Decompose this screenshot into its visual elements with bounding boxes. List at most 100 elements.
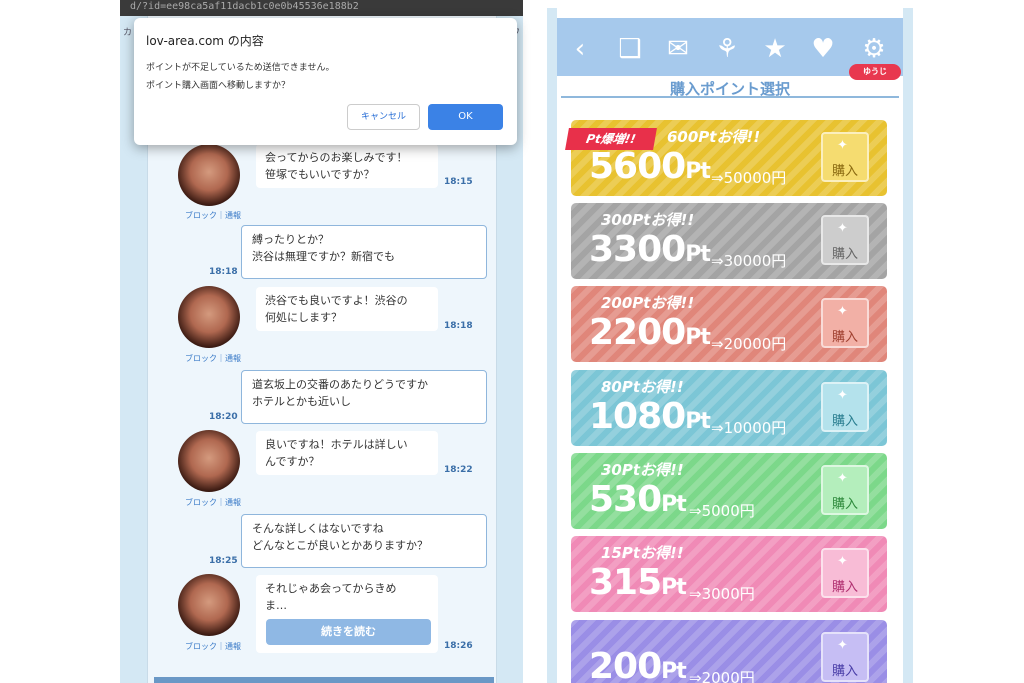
plan-price: ⇒30000円 (711, 252, 787, 270)
plan-bonus: 600Ptお得!! (667, 128, 761, 146)
points-value: 200 (589, 646, 662, 683)
heart-icon[interactable]: ♥ (806, 34, 840, 64)
plan-points: 5600Pt (589, 146, 711, 187)
points-unit: Pt (661, 659, 687, 683)
message-text: そんな詳しくはないですね (252, 522, 384, 535)
plan-points: 315Pt (589, 562, 687, 603)
plan-points: 530Pt (589, 479, 687, 520)
message-text: ま… (265, 599, 287, 612)
bookmark-icon[interactable]: ★ (758, 34, 792, 64)
buy-label: 購入 (831, 247, 858, 262)
sparkle-icon: ✦ (837, 471, 848, 486)
read-more-button[interactable]: 続きを読む (266, 619, 431, 645)
dialog-message: ポイントが不足しているため送信できません。 (146, 63, 335, 73)
points-unit: Pt (661, 575, 687, 600)
buy-button[interactable]: ✦ 購入 (821, 298, 869, 348)
plan-card[interactable]: Pt爆増!! 600Ptお得!! 5600Pt ⇒50000円 ✦ 購入 (565, 120, 887, 196)
block-report-link[interactable]: ブロック｜通報 (178, 497, 248, 508)
message-text: 縛ったりとか？ (252, 233, 329, 246)
message-time: 18:18 (444, 321, 473, 331)
plan-points: 1080Pt (589, 396, 711, 437)
sparkle-icon: ✦ (837, 221, 848, 236)
sparkle-icon: ✦ (837, 638, 848, 653)
buy-button[interactable]: ✦ 購入 (821, 382, 869, 432)
buy-label: 購入 (831, 664, 858, 679)
plan-card[interactable]: 80Ptお得!! 1080Pt ⇒10000円 ✦ 購入 (571, 370, 887, 446)
buy-button[interactable]: ✦ 購入 (821, 632, 869, 682)
avatar[interactable] (178, 574, 240, 636)
points-value: 1080 (589, 396, 686, 437)
plan-price: ⇒3000円 (689, 585, 755, 603)
message-time: 18:18 (209, 267, 238, 277)
plan-price: ⇒2000円 (689, 669, 755, 683)
buy-button[interactable]: ✦ 購入 (821, 465, 869, 515)
plan-price: ⇒50000円 (711, 169, 787, 187)
plan-points: 2200Pt (589, 312, 711, 353)
plan-card[interactable]: 15Ptお得!! 315Pt ⇒3000円 ✦ 購入 (571, 536, 887, 612)
plan-price: ⇒10000円 (711, 419, 787, 437)
buy-label: 購入 (831, 414, 858, 429)
points-unit: Pt (685, 325, 711, 350)
plan-card[interactable]: 30Ptお得!! 530Pt ⇒5000円 ✦ 購入 (571, 453, 887, 529)
sparkle-icon: ✦ (837, 138, 848, 153)
block-report-link[interactable]: ブロック｜通報 (178, 353, 248, 364)
dialog-message: ポイント購入画面へ移動しますか？ (146, 81, 291, 91)
message-bubble-received: 良いですね！ホテルは詳しい んですか？ (256, 431, 438, 475)
buy-label: 購入 (831, 580, 858, 595)
mail-icon[interactable]: ✉ (661, 34, 695, 64)
message-time: 18:25 (209, 556, 238, 566)
message-time: 18:20 (209, 412, 238, 422)
plan-bonus: 15Ptお得!! (601, 544, 684, 562)
points-unit: Pt (685, 242, 711, 267)
message-text: それじゃあ会ってからきめ (265, 582, 397, 595)
plan-points: 3300Pt (589, 229, 711, 270)
plan-card[interactable]: 300Ptお得!! 3300Pt ⇒30000円 ✦ 購入 (571, 203, 887, 279)
sparkle-icon: ✦ (837, 304, 848, 319)
avatar[interactable] (178, 430, 240, 492)
shop-column: ‹ ❑ ✉ ⚘ ★ ♥ ⚙ ゆうじ 購入ポイント選択 Pt爆増!! 600Ptお得… (557, 8, 903, 683)
points-unit: Pt (661, 492, 687, 517)
sparkle-icon: ✦ (837, 388, 848, 403)
message-bubble-sent: 縛ったりとか？ 渋谷は無理ですか？新宿でも (241, 225, 487, 279)
points-unit: Pt (685, 409, 711, 434)
points-value: 3300 (589, 229, 686, 270)
message-time: 18:15 (444, 177, 473, 187)
buy-label: 購入 (831, 330, 858, 345)
gift-icon[interactable]: ❑ (613, 34, 647, 64)
back-icon[interactable]: ‹ (563, 34, 597, 64)
plan-card[interactable]: 200Ptお得!! 2200Pt ⇒20000円 ✦ 購入 (571, 286, 887, 362)
buy-button[interactable]: ✦ 購入 (821, 132, 869, 182)
message-text: 良いですね！ホテルは詳しい (265, 438, 408, 451)
points-value: 530 (589, 479, 662, 520)
cancel-button[interactable]: キャンセル (347, 104, 420, 130)
block-report-link[interactable]: ブロック｜通報 (178, 210, 248, 221)
alert-dialog: lov-area.com の内容 ポイントが不足しているため送信できません。 ポ… (134, 18, 517, 145)
avatar[interactable] (178, 286, 240, 348)
points-value: 2200 (589, 312, 686, 353)
gear-icon[interactable]: ⚙ (857, 34, 891, 64)
message-text: 道玄坂上の交番のあたりどうですか (252, 378, 428, 391)
message-bubble-received: 渋谷でも良いですよ！渋谷の 何処にします？ (256, 287, 438, 331)
message-text: 笹塚でもいいですか？ (265, 168, 375, 181)
plan-points: 200Pt (589, 646, 687, 683)
plan-price: ⇒5000円 (689, 502, 755, 520)
dialog-title: lov-area.com の内容 (146, 34, 264, 48)
paw-icon[interactable]: ⚘ (710, 34, 744, 64)
block-report-link[interactable]: ブロック｜通報 (178, 641, 248, 652)
message-time: 18:22 (444, 465, 473, 475)
plan-bonus: 200Ptお得!! (601, 294, 695, 312)
left-edge-label: カ (123, 28, 133, 38)
avatar[interactable] (178, 144, 240, 206)
plan-card[interactable]: 200Pt ⇒2000円 ✦ 購入 (571, 620, 887, 683)
buy-button[interactable]: ✦ 購入 (821, 215, 869, 265)
plan-bonus: 300Ptお得!! (601, 211, 695, 229)
ok-button[interactable]: OK (428, 104, 503, 130)
shop-screenshot: ‹ ❑ ✉ ⚘ ★ ♥ ⚙ ゆうじ 購入ポイント選択 Pt爆増!! 600Ptお得… (547, 8, 913, 683)
points-value: 5600 (589, 146, 686, 187)
plan-bonus: 30Ptお得!! (601, 461, 684, 479)
title-divider (561, 96, 899, 98)
url-bar[interactable]: d/?id=ee98ca5af11dacb1c0e0b45536e188b2 (120, 0, 523, 16)
footer-bar (154, 677, 494, 683)
buy-button[interactable]: ✦ 購入 (821, 548, 869, 598)
message-text: んですか？ (265, 455, 320, 468)
